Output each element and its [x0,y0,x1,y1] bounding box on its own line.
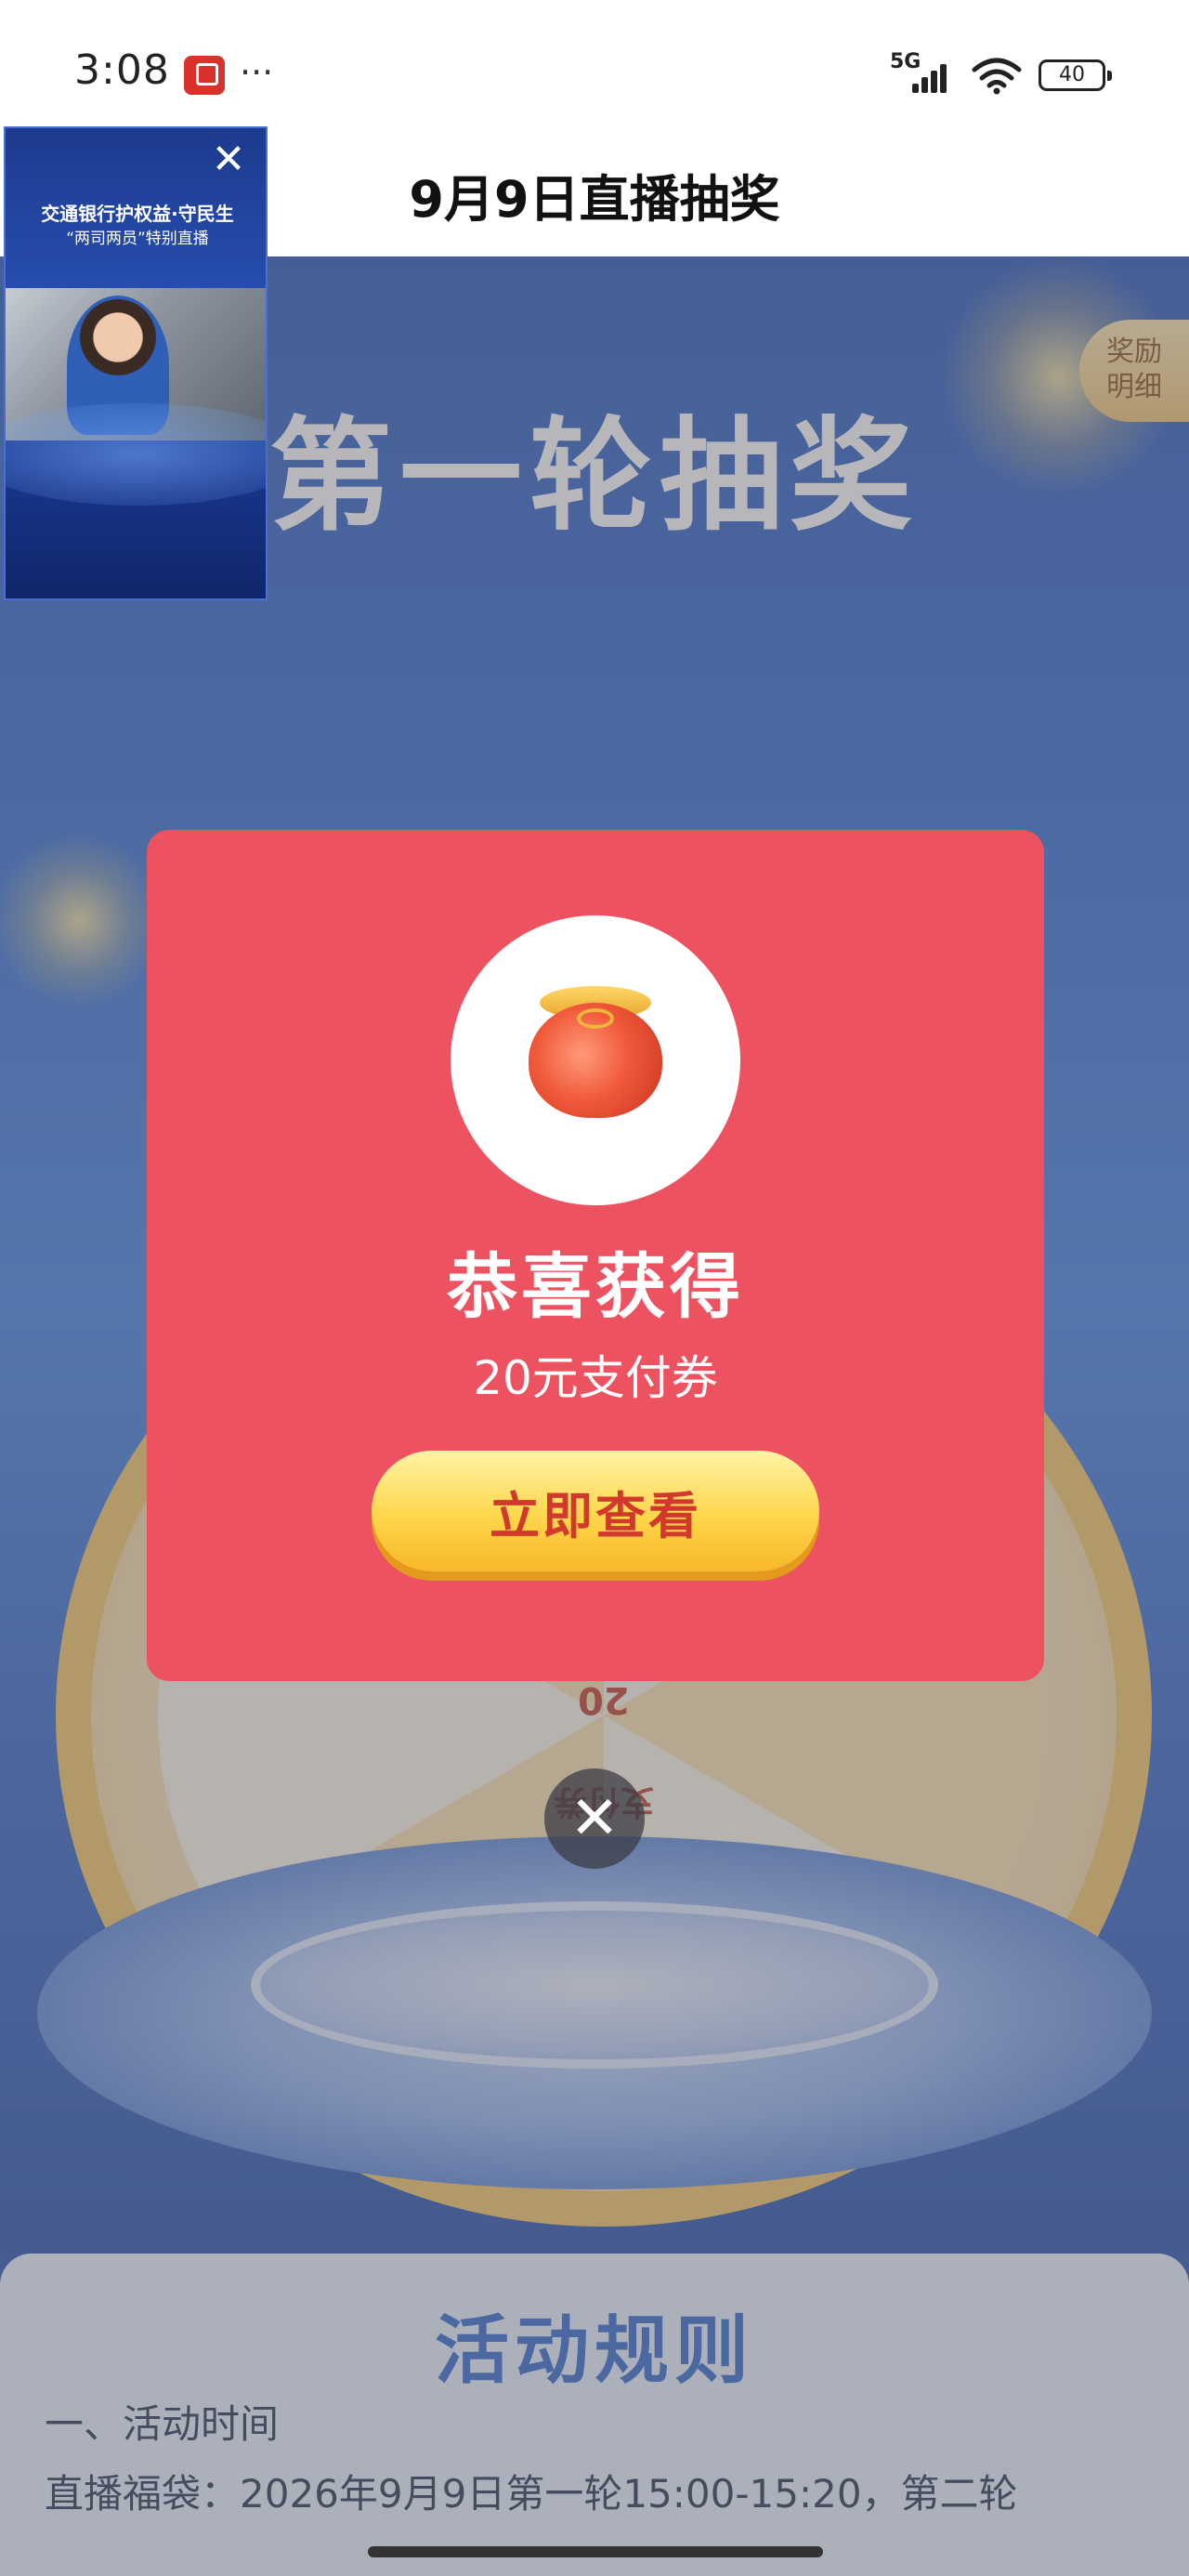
more-notifications-icon: ··· [240,52,274,93]
view-now-button[interactable]: 立即查看 [372,1451,819,1571]
app-notification-icon [184,56,225,95]
live-video-headline: 交通银行护权益·守民生 [41,203,234,225]
modal-close-button[interactable]: ✕ [544,1768,645,1869]
lucky-bag-bow [577,1008,614,1029]
prize-name: 20元支付券 [473,1351,718,1405]
signal-icon [912,61,957,93]
close-icon[interactable]: ✕ [208,139,249,180]
live-video-subline: “两司两员”特别直播 [66,230,209,248]
prize-modal: 恭喜获得 20元支付券 立即查看 [147,830,1044,1681]
wifi-icon [972,58,1022,95]
battery-icon: 40 [1039,59,1112,91]
modal-title: 恭喜获得 [447,1245,744,1328]
live-video-window[interactable]: ✕ 交通银行护权益·守民生 “两司两员”特别直播 [4,126,268,600]
home-indicator[interactable] [368,2546,823,2557]
prize-image-circle [451,915,740,1205]
status-time: 3:08 [74,46,170,94]
status-bar: 3:08 ··· 5G 40 [0,0,1189,139]
page: 3:08 ··· 5G 40 9月9日直播抽奖 第一轮抽奖 20 支付券 [0,0,1189,2576]
live-video-footer [6,403,266,598]
